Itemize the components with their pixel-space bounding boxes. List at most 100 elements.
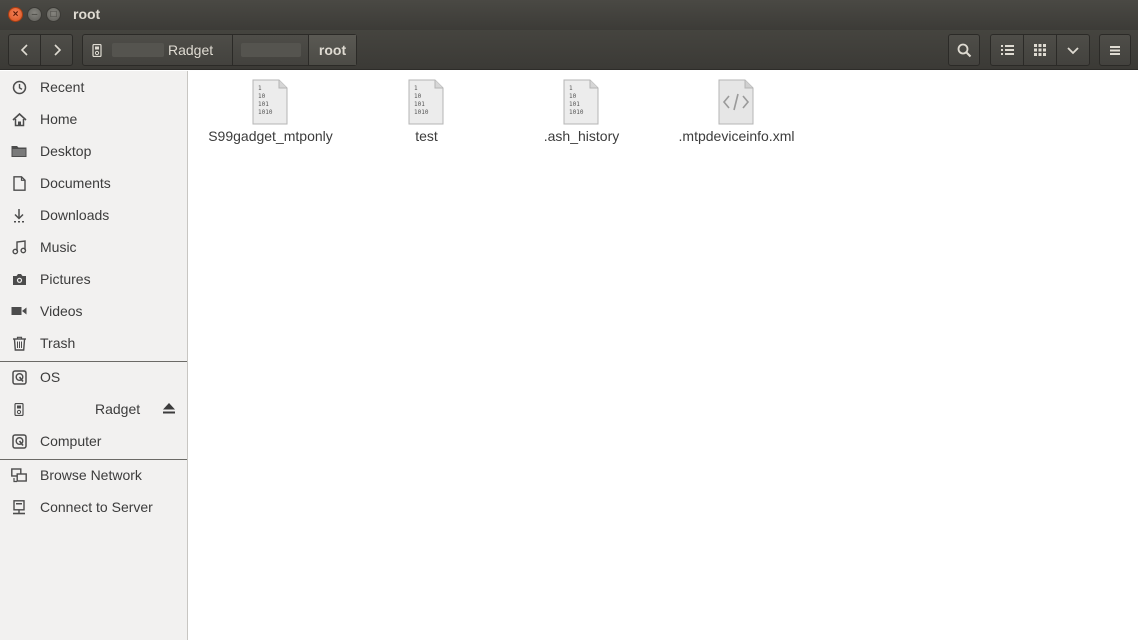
xml-file-icon bbox=[718, 79, 754, 125]
maximize-icon: □ bbox=[50, 8, 57, 20]
file-name: test bbox=[415, 128, 438, 144]
sidebar-item-documents[interactable]: Documents bbox=[0, 167, 187, 199]
sidebar: Recent Home Desktop Documents Downloads … bbox=[0, 71, 188, 640]
forward-button[interactable] bbox=[41, 35, 72, 65]
svg-text:1010: 1010 bbox=[414, 109, 429, 116]
document-icon bbox=[11, 175, 27, 191]
eject-icon[interactable] bbox=[162, 401, 176, 415]
binary-file-icon: 1 10 101 1010 bbox=[408, 79, 444, 125]
sidebar-item-label: Trash bbox=[40, 335, 76, 351]
navigation-buttons bbox=[8, 34, 73, 66]
svg-text:10: 10 bbox=[258, 93, 266, 100]
drive-icon bbox=[11, 369, 27, 385]
title-bar[interactable]: × – □ root bbox=[0, 0, 1138, 30]
sidebar-item-os[interactable]: OS bbox=[0, 361, 187, 393]
file-name: .mtpdeviceinfo.xml bbox=[678, 128, 795, 144]
breadcrumb-device-label: Radget bbox=[168, 42, 214, 58]
music-icon bbox=[11, 239, 27, 255]
server-icon bbox=[11, 499, 27, 515]
trash-icon bbox=[11, 335, 27, 351]
sidebar-item-connect-to-server[interactable]: Connect to Server bbox=[0, 491, 187, 523]
minimize-window-button[interactable]: – bbox=[27, 7, 42, 22]
sidebar-item-trash[interactable]: Trash bbox=[0, 327, 187, 359]
svg-text:1010: 1010 bbox=[258, 109, 273, 116]
menu-group bbox=[1099, 34, 1131, 66]
svg-text:101: 101 bbox=[258, 101, 269, 108]
sidebar-item-pictures[interactable]: Pictures bbox=[0, 263, 187, 295]
sidebar-item-label: Recent bbox=[40, 79, 85, 95]
svg-text:1: 1 bbox=[414, 85, 418, 92]
network-icon bbox=[11, 467, 27, 483]
maximize-window-button[interactable]: □ bbox=[46, 7, 61, 22]
sidebar-item-home[interactable]: Home bbox=[0, 103, 187, 135]
file-name: S99gadget_mtponly bbox=[208, 128, 333, 144]
hamburger-icon bbox=[1110, 45, 1120, 55]
toolbar: Radget root bbox=[0, 30, 1138, 70]
redacted-text bbox=[240, 43, 301, 57]
svg-text:10: 10 bbox=[569, 93, 577, 100]
sidebar-item-computer[interactable]: Computer bbox=[0, 425, 187, 457]
list-view-icon bbox=[1000, 45, 1014, 55]
sidebar-item-radget[interactable]: Radget bbox=[0, 393, 187, 425]
grid-view-button[interactable] bbox=[1024, 35, 1057, 65]
media-player-icon bbox=[11, 401, 27, 417]
list-view-button[interactable] bbox=[991, 35, 1024, 65]
home-icon bbox=[11, 111, 27, 127]
sidebar-item-label: Videos bbox=[40, 303, 83, 319]
file-item[interactable]: 1 10 101 1010 S99gadget_mtponly bbox=[193, 79, 348, 159]
svg-text:1010: 1010 bbox=[569, 109, 584, 116]
sidebar-item-label: Desktop bbox=[40, 143, 92, 159]
sidebar-item-label: Computer bbox=[40, 433, 102, 449]
sidebar-item-videos[interactable]: Videos bbox=[0, 295, 187, 327]
close-window-button[interactable]: × bbox=[8, 7, 23, 22]
file-view[interactable]: 1 10 101 1010 S99gadget_mtponly 1 10 101… bbox=[189, 71, 1138, 640]
clock-icon bbox=[11, 79, 27, 95]
binary-file-icon: 1 10 101 1010 bbox=[252, 79, 288, 125]
binary-file-icon: 1 10 101 1010 bbox=[563, 79, 599, 125]
breadcrumb-device[interactable]: Radget bbox=[83, 35, 233, 65]
sidebar-item-downloads[interactable]: Downloads bbox=[0, 199, 187, 231]
folder-icon bbox=[11, 143, 27, 159]
computer-icon bbox=[11, 433, 27, 449]
sidebar-item-label: Connect to Server bbox=[40, 499, 153, 515]
sidebar-item-label: OS bbox=[40, 369, 61, 385]
grid-view-icon bbox=[1034, 44, 1046, 56]
svg-text:1: 1 bbox=[258, 85, 262, 92]
view-options-button[interactable] bbox=[1057, 35, 1089, 65]
video-icon bbox=[11, 303, 27, 319]
redacted-text bbox=[112, 43, 164, 57]
close-icon: × bbox=[12, 8, 19, 20]
chevron-right-icon bbox=[53, 44, 61, 56]
back-button[interactable] bbox=[9, 35, 41, 65]
sidebar-item-label: Radget bbox=[95, 401, 141, 417]
sidebar-item-browse-network[interactable]: Browse Network bbox=[0, 459, 187, 491]
file-manager-window: × – □ root Radget root Recent Home Deskt… bbox=[0, 0, 1138, 640]
sidebar-item-recent[interactable]: Recent bbox=[0, 71, 187, 103]
sidebar-item-label: Pictures bbox=[40, 271, 91, 287]
file-item[interactable]: .mtpdeviceinfo.xml bbox=[659, 79, 814, 159]
sidebar-item-label: Music bbox=[40, 239, 77, 255]
download-icon bbox=[11, 207, 27, 223]
view-buttons bbox=[990, 34, 1090, 66]
breadcrumb-current[interactable]: root bbox=[309, 35, 356, 65]
path-bar: Radget root bbox=[82, 34, 357, 66]
svg-text:1: 1 bbox=[569, 85, 573, 92]
sidebar-item-music[interactable]: Music bbox=[0, 231, 187, 263]
chevron-left-icon bbox=[20, 44, 28, 56]
sidebar-item-desktop[interactable]: Desktop bbox=[0, 135, 187, 167]
chevron-down-icon bbox=[1067, 47, 1079, 55]
media-player-icon bbox=[92, 43, 102, 57]
window-title: root bbox=[73, 6, 101, 22]
svg-text:101: 101 bbox=[414, 101, 425, 108]
breadcrumb-storage[interactable] bbox=[233, 35, 309, 65]
camera-icon bbox=[11, 271, 27, 287]
file-item[interactable]: 1 10 101 1010 test bbox=[349, 79, 504, 159]
svg-text:10: 10 bbox=[414, 93, 422, 100]
minimize-icon: – bbox=[31, 8, 38, 20]
search-button[interactable] bbox=[949, 35, 979, 65]
search-group bbox=[948, 34, 980, 66]
file-name: .ash_history bbox=[543, 128, 620, 144]
menu-button[interactable] bbox=[1100, 35, 1130, 65]
file-item[interactable]: 1 10 101 1010 .ash_history bbox=[504, 79, 659, 159]
svg-text:101: 101 bbox=[569, 101, 580, 108]
